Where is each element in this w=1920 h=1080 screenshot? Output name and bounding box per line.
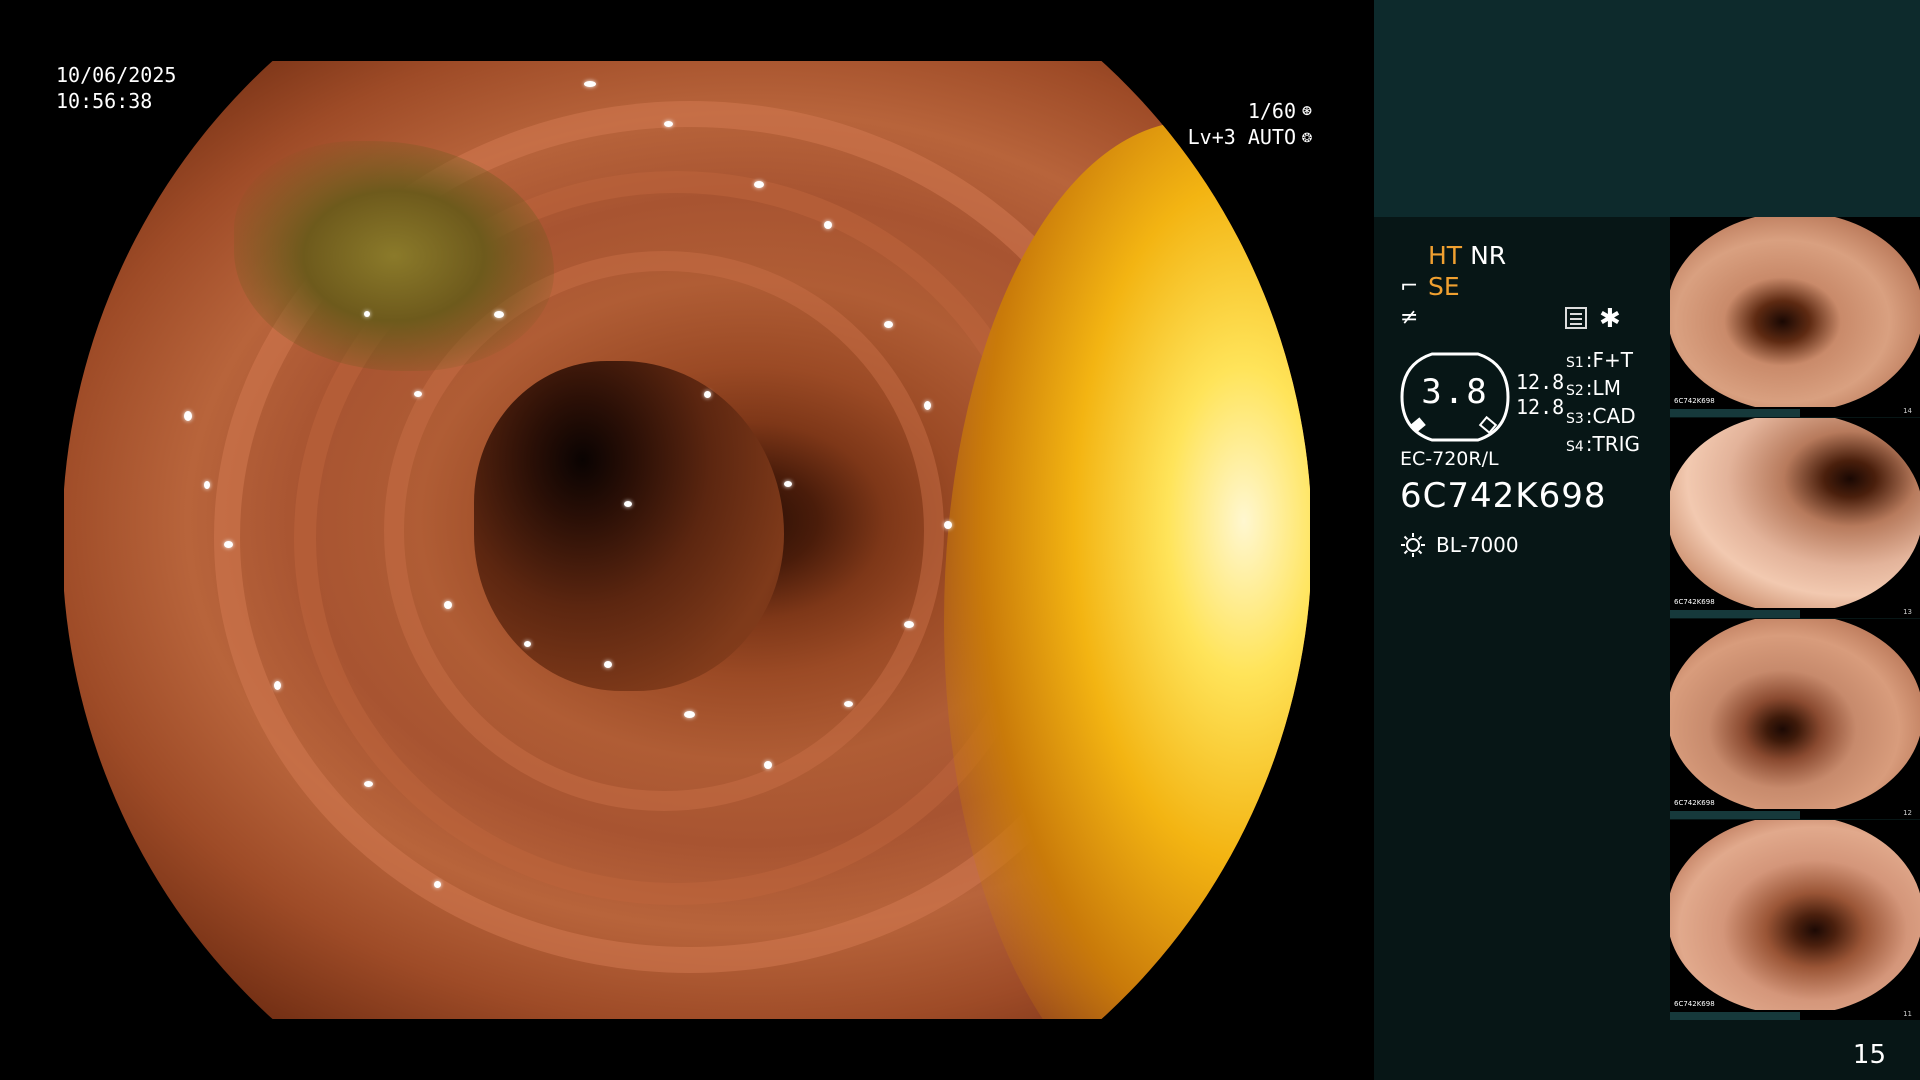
switch-value: TRIG [1592,432,1641,456]
thumbnail[interactable]: 6C742K698 11 [1670,820,1920,1021]
datetime-readout: 10/06/2025 10:56:38 [56,62,176,114]
color-tone-icon: ≠ [1400,305,1419,330]
settings-list-icon [1565,307,1587,329]
specular-highlight [754,181,764,188]
captured-thumbnails: 6C742K698 14 6C742K698 13 6C742K698 12 6… [1670,217,1920,1021]
thumbnail-bar [1670,811,1800,819]
sun-icon [1401,533,1425,557]
specular-highlight [524,641,531,647]
switch-row: S1:F+T [1566,348,1634,372]
specular-highlight [704,391,711,398]
asterisk-icon: ✱ [1599,304,1621,334]
specular-highlight [184,411,192,421]
specular-highlight [904,621,914,628]
page-number: 15 [1852,1040,1886,1070]
gauge-marker-left [1410,417,1426,433]
specular-highlight [604,661,612,668]
gauge-side-values: 12.8 12.8 [1516,370,1564,420]
switch-key: S2 [1566,383,1584,399]
thumbnail-image [1670,418,1920,608]
iris-icon: ❂ [1301,127,1313,147]
switch-value: LM [1592,376,1621,400]
specular-highlight [444,601,452,609]
switch-row: S2:LM [1566,376,1621,400]
specular-highlight [364,781,373,787]
specular-highlight [664,121,673,127]
light-source: BL-7000 [1400,532,1519,558]
specular-highlight [684,711,695,718]
mode-row-color: ≠ [1400,302,1506,333]
scope-serial: 6C742K698 [1400,476,1607,516]
thumbnail-bar [1670,409,1800,417]
thumbnail-image [1670,217,1920,407]
record-panel [1374,0,1920,217]
mode-row-se: ⌐ SE [1400,271,1506,302]
thumbnail-label: 6C742K698 [1674,397,1715,405]
specular-highlight [624,501,632,507]
thumbnail-image [1670,820,1920,1010]
gauge-value: 3.8 [1421,372,1489,412]
exposure-readout: 1/60 ⊛ Lv+3 AUTO ❂ [1188,98,1316,150]
specular-highlight [944,521,952,529]
thumbnail[interactable]: 6C742K698 13 [1670,418,1920,619]
specular-highlight [584,81,596,87]
gauge-side-top: 12.8 [1516,370,1565,394]
thumbnail-label: 6C742K698 [1674,1000,1715,1008]
thumbnail[interactable]: 6C742K698 12 [1670,619,1920,820]
specular-highlight [414,391,422,397]
switch-key: S1 [1566,355,1584,371]
date-text: 10/06/2025 [56,63,177,87]
specular-highlight [224,541,233,548]
thumbnail-bar [1670,1012,1800,1020]
thumbnail-image [1670,619,1920,809]
endoscope-live-view [64,61,1310,1019]
thumbnail[interactable]: 6C742K698 14 [1670,217,1920,418]
switch-row: S3:CAD [1566,404,1636,428]
enhance-icon: ⌐ [1400,274,1419,299]
light-source-label: BL-7000 [1436,533,1519,557]
gauge-side-bottom: 12.8 [1516,395,1565,419]
specular-highlight [784,481,792,487]
switch-key: S3 [1566,411,1584,427]
switch-value: F+T [1592,348,1634,372]
time-text: 10:56:38 [56,89,153,113]
thumbnail-index: 13 [1903,608,1912,616]
specular-highlight [494,311,504,318]
thumbnail-label: 6C742K698 [1674,598,1715,606]
specular-highlight [764,761,772,769]
specular-highlight [844,701,853,707]
shutter-text: 1/60 [1247,99,1296,123]
thumbnail-bar [1670,610,1800,618]
image-mode-list: HT NR ⌐ SE ≠ [1400,240,1506,333]
switch-key: S4 [1566,439,1584,455]
specular-highlight [924,401,931,410]
thumbnail-index: 11 [1903,1010,1912,1018]
specular-highlight [884,321,893,328]
scope-model: EC-720R/L [1400,448,1499,470]
thumbnail-index: 14 [1903,407,1912,415]
aperture-icon: ⊛ [1301,101,1313,121]
thumbnail-index: 12 [1903,809,1912,817]
mode-se: SE [1428,272,1460,301]
specular-highlight [824,221,832,229]
mode-row-ht: HT NR [1400,240,1506,271]
switch-row: S4:TRIG [1566,432,1641,456]
specular-highlight [364,311,370,317]
specular-highlight [434,881,441,888]
scope-switch-list: S1:F+T S2:LM S3:CAD S4:TRIG [1566,348,1640,460]
switch-value: CAD [1592,404,1636,428]
specular-highlight [204,481,210,489]
mode-ht: HT [1428,241,1463,270]
specular-highlight [274,681,281,690]
level-text: Lv+3 AUTO [1187,125,1296,149]
mode-nr: NR [1470,241,1507,270]
thumbnail-label: 6C742K698 [1674,799,1715,807]
